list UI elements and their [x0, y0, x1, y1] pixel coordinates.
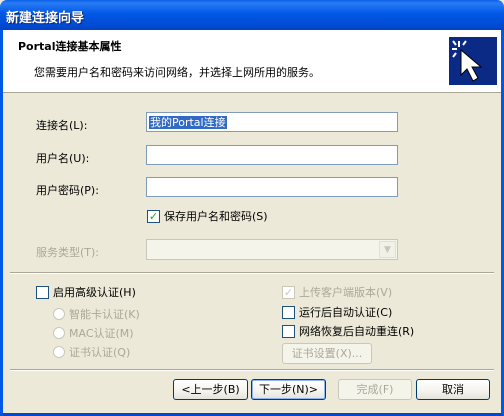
next-button[interactable]: 下一步(N)>	[251, 379, 326, 400]
cancel-button[interactable]: 取消	[416, 379, 490, 400]
mac-auth-label: MAC认证(M)	[69, 327, 134, 340]
auto-reconnect-checkbox[interactable]: 网络恢复后自动重连(R)	[282, 323, 414, 339]
chevron-down-icon: ▼	[379, 241, 396, 258]
service-type-select[interactable]: ▼	[146, 239, 398, 260]
auto-auth-after-run-label: 运行后自动认证(C)	[299, 306, 393, 319]
password-label: 用户密码(P):	[36, 184, 99, 197]
upload-client-version-label: 上传客户端版本(V)	[299, 286, 393, 299]
connection-name-value: 我的Portal连接	[149, 116, 227, 129]
checkmark-icon: ✓	[147, 209, 160, 223]
enable-advanced-auth-label: 启用高级认证(H)	[53, 286, 136, 299]
window-title: 新建连接向导	[6, 11, 85, 26]
divider	[10, 272, 494, 274]
finish-button[interactable]: 完成(F)	[338, 379, 412, 400]
save-credentials-label: 保存用户名和密码(S)	[164, 210, 268, 223]
radio-icon	[53, 308, 65, 320]
cert-settings-button[interactable]: 证书设置(X)...	[282, 343, 372, 364]
header-title: Portal连接基本属性	[18, 40, 122, 53]
checkbox-icon	[36, 285, 49, 299]
radio-icon	[53, 327, 65, 339]
save-credentials-checkbox[interactable]: ✓ 保存用户名和密码(S)	[147, 208, 268, 224]
username-label: 用户名(U):	[36, 152, 90, 165]
service-type-label: 服务类型(T):	[36, 246, 100, 259]
auto-reconnect-label: 网络恢复后自动重连(R)	[299, 325, 415, 338]
password-input[interactable]	[146, 177, 398, 197]
upload-client-version-checkbox[interactable]: ✓ 上传客户端版本(V)	[282, 284, 392, 300]
checkbox-icon	[282, 305, 295, 319]
mac-auth-radio[interactable]: MAC认证(M)	[53, 325, 134, 341]
smartcard-auth-label: 智能卡认证(K)	[69, 308, 140, 321]
cursor-click-icon	[449, 37, 497, 85]
checkmark-icon: ✓	[282, 285, 295, 299]
cert-auth-radio[interactable]: 证书认证(Q)	[53, 344, 130, 360]
wizard-header: Portal连接基本属性 您需要用户名和密码来访问网络，并选择上网所用的服务。	[3, 30, 501, 93]
enable-advanced-auth-checkbox[interactable]: 启用高级认证(H)	[36, 284, 136, 300]
divider	[10, 369, 494, 371]
back-button[interactable]: <上一步(B)	[173, 379, 248, 400]
checkbox-icon	[282, 324, 295, 338]
auto-auth-after-run-checkbox[interactable]: 运行后自动认证(C)	[282, 304, 392, 320]
header-subtitle: 您需要用户名和密码来访问网络，并选择上网所用的服务。	[34, 66, 320, 79]
smartcard-auth-radio[interactable]: 智能卡认证(K)	[53, 306, 140, 322]
cert-auth-label: 证书认证(Q)	[69, 346, 131, 359]
connection-name-label: 连接名(L):	[36, 119, 88, 132]
connection-name-input[interactable]: 我的Portal连接	[146, 112, 398, 132]
radio-icon	[53, 346, 65, 358]
username-input[interactable]	[146, 145, 398, 165]
title-bar[interactable]: 新建连接向导	[0, 0, 504, 30]
